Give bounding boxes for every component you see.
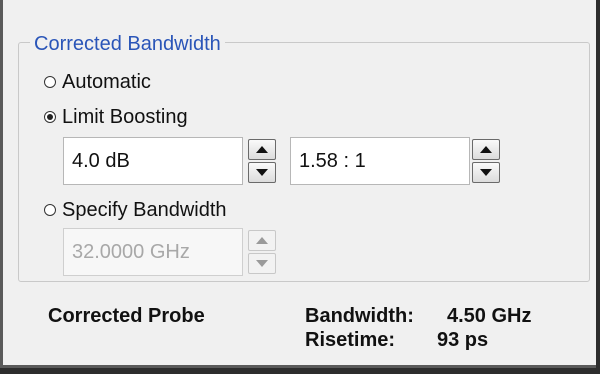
- ratio-decrement-button[interactable]: [472, 162, 500, 183]
- ratio-increment-button[interactable]: [472, 139, 500, 160]
- bandwidth-increment-button[interactable]: [248, 230, 276, 251]
- triangle-down-icon: [256, 260, 268, 267]
- window-frame-bottom: [0, 368, 600, 374]
- automatic-radio[interactable]: [44, 76, 56, 88]
- bandwidth-label: Bandwidth:: [305, 305, 414, 327]
- bandwidth-decrement-button[interactable]: [248, 253, 276, 274]
- specify-bandwidth-radio[interactable]: [44, 204, 56, 216]
- triangle-down-icon: [256, 169, 268, 176]
- specify-bandwidth-label: Specify Bandwidth: [62, 199, 227, 221]
- risetime-value: 93 ps: [437, 329, 489, 351]
- radio-selected-dot: [47, 114, 53, 120]
- triangle-up-icon: [480, 146, 492, 153]
- specify-bandwidth-stepper[interactable]: [248, 230, 276, 274]
- limit-boosting-ratio-input[interactable]: 1.58 : 1: [290, 137, 470, 185]
- limit-boosting-option[interactable]: Limit Boosting: [44, 106, 188, 128]
- group-title: Corrected Bandwidth: [30, 33, 225, 55]
- automatic-label: Automatic: [62, 71, 151, 93]
- limit-boosting-label: Limit Boosting: [62, 106, 188, 128]
- triangle-up-icon: [256, 237, 268, 244]
- limit-boosting-ratio-stepper[interactable]: [472, 139, 500, 183]
- window-frame-right: [596, 0, 600, 374]
- limit-boosting-db-stepper[interactable]: [248, 139, 276, 183]
- corrected-probe-label: Corrected Probe: [48, 305, 205, 327]
- specify-bandwidth-option[interactable]: Specify Bandwidth: [44, 199, 227, 221]
- limit-boosting-db-input[interactable]: 4.0 dB: [63, 137, 243, 185]
- limit-boosting-radio[interactable]: [44, 111, 56, 123]
- specify-bandwidth-input[interactable]: 32.0000 GHz: [63, 228, 243, 276]
- triangle-up-icon: [256, 146, 268, 153]
- triangle-down-icon: [480, 169, 492, 176]
- risetime-label: Risetime:: [305, 329, 396, 351]
- automatic-option[interactable]: Automatic: [44, 71, 151, 93]
- db-increment-button[interactable]: [248, 139, 276, 160]
- bandwidth-value: 4.50 GHz: [447, 305, 532, 327]
- db-decrement-button[interactable]: [248, 162, 276, 183]
